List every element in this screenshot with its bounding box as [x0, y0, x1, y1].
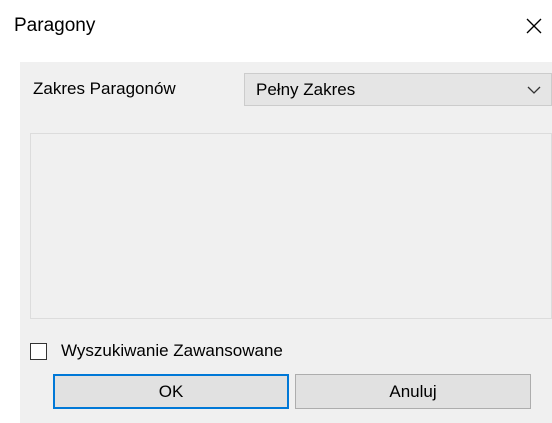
dialog-window: Paragony Zakres Paragonów Pełny Zakres W…: [0, 0, 552, 423]
advanced-search-label[interactable]: Wyszukiwanie Zawansowane: [61, 341, 283, 361]
range-select[interactable]: Pełny Zakres: [244, 73, 552, 106]
ok-button[interactable]: OK: [53, 374, 289, 409]
range-label: Zakres Paragonów: [33, 79, 176, 98]
advanced-search-checkbox[interactable]: [30, 342, 47, 360]
title-bar: Paragony: [0, 0, 552, 62]
window-title: Paragony: [14, 15, 96, 36]
range-select-value: Pełny Zakres: [256, 80, 356, 99]
close-button[interactable]: [516, 8, 552, 44]
cancel-button[interactable]: Anuluj: [295, 374, 531, 409]
close-icon: [526, 18, 542, 34]
advanced-search-option[interactable]: Wyszukiwanie Zawansowane: [30, 340, 283, 362]
dialog-body: Zakres Paragonów Pełny Zakres Wyszukiwan…: [20, 62, 552, 423]
chevron-down-icon: [527, 86, 541, 94]
results-panel: [30, 133, 552, 319]
